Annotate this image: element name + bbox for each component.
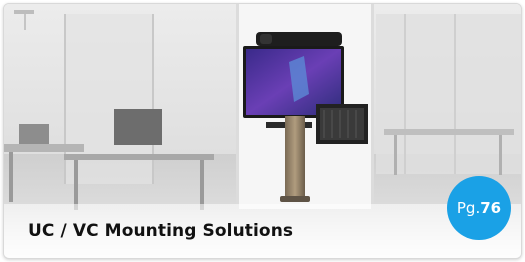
badge-page-number: 76	[480, 199, 502, 217]
catalog-card[interactable]: UC / VC Mounting Solutions Pg. 76	[3, 3, 522, 259]
caption-bar: UC / VC Mounting Solutions	[4, 204, 521, 258]
card-title: UC / VC Mounting Solutions	[28, 221, 294, 241]
badge-prefix: Pg.	[456, 199, 481, 217]
page-number-badge[interactable]: Pg. 76	[447, 176, 511, 240]
